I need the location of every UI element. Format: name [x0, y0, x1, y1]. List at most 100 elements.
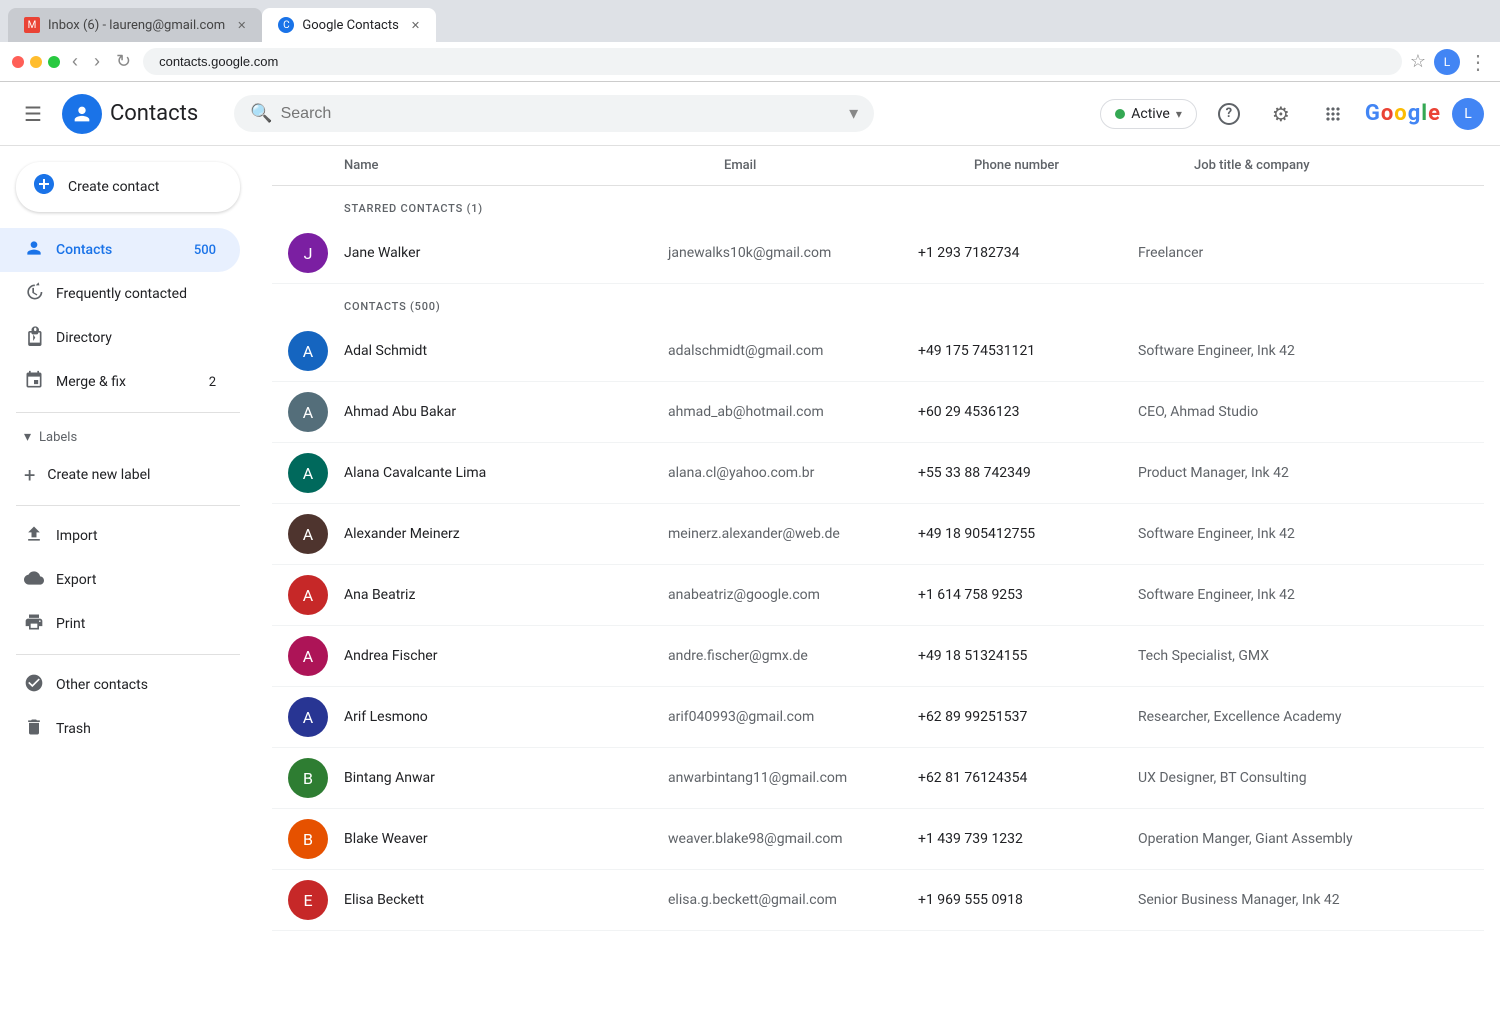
browser-menu-icon[interactable]: ⋮ [1468, 50, 1488, 74]
contact-name-cell: B Blake Weaver [288, 819, 668, 859]
sidebar-item-print[interactable]: Print [0, 602, 240, 646]
table-row[interactable]: A Arif Lesmono arif040993@gmail.com +62 … [272, 687, 1484, 748]
contact-name: Alexander Meinerz [344, 526, 460, 542]
create-contact-button[interactable]: Create contact [16, 162, 240, 212]
search-input[interactable] [281, 105, 842, 123]
avatar: B [288, 819, 328, 859]
sidebar-item-contacts[interactable]: Contacts 500 [0, 228, 240, 272]
bookmark-icon[interactable]: ☆ [1410, 51, 1426, 72]
hamburger-menu-icon[interactable]: ☰ [16, 94, 50, 134]
tab-gmail[interactable]: M Inbox (6) - laureng@gmail.com ✕ [8, 8, 262, 42]
sidebar-item-directory[interactable]: Directory [0, 316, 240, 360]
user-avatar[interactable]: L [1452, 98, 1484, 130]
contact-name-cell: A Arif Lesmono [288, 697, 668, 737]
export-icon [24, 568, 44, 592]
contact-phone: +1 293 7182734 [918, 245, 1138, 261]
contact-email: adalschmidt@gmail.com [668, 343, 918, 359]
table-row[interactable]: A Adal Schmidt adalschmidt@gmail.com +49… [272, 321, 1484, 382]
contact-name: Jane Walker [344, 245, 420, 261]
help-button[interactable]: ? [1209, 94, 1249, 134]
table-row[interactable]: B Bintang Anwar anwarbintang11@gmail.com… [272, 748, 1484, 809]
apps-button[interactable] [1313, 94, 1353, 134]
contact-email: anabeatriz@google.com [668, 587, 918, 603]
header-job: Job title & company [1194, 158, 1468, 173]
tab-contacts-close[interactable]: ✕ [411, 19, 420, 32]
trash-icon [24, 717, 44, 741]
app-title: Contacts [110, 101, 198, 126]
sidebar-item-export[interactable]: Export [0, 558, 240, 602]
avatar: E [288, 880, 328, 920]
maximize-window-btn[interactable] [48, 56, 60, 68]
contact-email: weaver.blake98@gmail.com [668, 831, 918, 847]
contact-job: Software Engineer, Ink 42 [1138, 526, 1468, 542]
contact-email: ahmad_ab@hotmail.com [668, 404, 918, 420]
table-row[interactable]: A Ahmad Abu Bakar ahmad_ab@hotmail.com +… [272, 382, 1484, 443]
contact-email: arif040993@gmail.com [668, 709, 918, 725]
table-row[interactable]: A Alexander Meinerz meinerz.alexander@we… [272, 504, 1484, 565]
print-icon [24, 612, 44, 636]
sidebar-merge-count: 2 [209, 375, 216, 390]
table-row[interactable]: A Alana Cavalcante Lima alana.cl@yahoo.c… [272, 443, 1484, 504]
sidebar-item-merge-fix[interactable]: Merge & fix 2 [0, 360, 240, 404]
contacts-section-label: CONTACTS (500) [272, 284, 1484, 321]
tab-contacts[interactable]: C Google Contacts ✕ [262, 8, 436, 42]
minimize-window-btn[interactable] [30, 56, 42, 68]
settings-button[interactable]: ⚙ [1261, 94, 1301, 134]
close-window-btn[interactable] [12, 56, 24, 68]
contact-name: Andrea Fischer [344, 648, 437, 664]
contact-name-cell: A Alexander Meinerz [288, 514, 668, 554]
sidebar-divider-2 [16, 505, 240, 506]
active-status-dot [1115, 109, 1125, 119]
gmail-favicon: M [24, 17, 40, 33]
contact-job: Freelancer [1138, 245, 1468, 261]
contact-name-cell: A Alana Cavalcante Lima [288, 453, 668, 493]
contact-name-cell: A Ahmad Abu Bakar [288, 392, 668, 432]
sidebar-item-trash[interactable]: Trash [0, 707, 240, 751]
app-container: ☰ Contacts 🔍 ▾ Active ▾ ? ⚙ [0, 82, 1500, 1028]
sidebar-item-import[interactable]: Import [0, 514, 240, 558]
table-row[interactable]: J Jane Walker janewalks10k@gmail.com +1 … [272, 223, 1484, 284]
create-contact-label: Create contact [68, 179, 159, 195]
back-button[interactable]: ‹ [68, 51, 82, 72]
user-avatar-small[interactable]: L [1434, 49, 1460, 75]
contact-email: alana.cl@yahoo.com.br [668, 465, 918, 481]
search-bar[interactable]: 🔍 ▾ [234, 95, 874, 132]
sidebar-contacts-label: Contacts [56, 242, 112, 258]
sidebar: Create contact Contacts 500 Frequently c… [0, 146, 256, 1028]
tab-gmail-label: Inbox (6) - laureng@gmail.com [48, 18, 225, 33]
active-status-button[interactable]: Active ▾ [1100, 99, 1197, 129]
header-email: Email [724, 158, 974, 173]
search-dropdown-icon[interactable]: ▾ [849, 103, 858, 124]
sidebar-export-label: Export [56, 572, 96, 588]
help-icon: ? [1218, 103, 1240, 125]
sidebar-directory-label: Directory [56, 330, 112, 346]
contact-job: UX Designer, BT Consulting [1138, 770, 1468, 786]
table-row[interactable]: A Ana Beatriz anabeatriz@google.com +1 6… [272, 565, 1484, 626]
contacts-main: Name Email Phone number Job title & comp… [256, 146, 1500, 1028]
contact-job: Tech Specialist, GMX [1138, 648, 1468, 664]
table-row[interactable]: B Blake Weaver weaver.blake98@gmail.com … [272, 809, 1484, 870]
sidebar-import-label: Import [56, 528, 98, 544]
settings-icon: ⚙ [1272, 102, 1290, 126]
header-phone: Phone number [974, 158, 1194, 173]
forward-button[interactable]: › [90, 51, 104, 72]
url-right-controls: ☆ L ⋮ [1410, 49, 1488, 75]
url-input[interactable] [143, 48, 1402, 75]
contact-job: Software Engineer, Ink 42 [1138, 587, 1468, 603]
contact-job: Senior Business Manager, Ink 42 [1138, 892, 1468, 908]
apps-grid-icon [1323, 104, 1343, 124]
sidebar-item-frequently-contacted[interactable]: Frequently contacted [0, 272, 240, 316]
contact-name: Blake Weaver [344, 831, 428, 847]
refresh-button[interactable]: ↻ [112, 51, 135, 72]
tab-gmail-close[interactable]: ✕ [237, 19, 246, 32]
contact-name: Ahmad Abu Bakar [344, 404, 456, 420]
sidebar-item-other-contacts[interactable]: Other contacts [0, 663, 240, 707]
sidebar-item-create-label[interactable]: + Create new label [0, 453, 240, 497]
app-header: ☰ Contacts 🔍 ▾ Active ▾ ? ⚙ [0, 82, 1500, 146]
contact-email: anwarbintang11@gmail.com [668, 770, 918, 786]
frequently-contacted-icon [24, 282, 44, 306]
table-row[interactable]: A Andrea Fischer andre.fischer@gmx.de +4… [272, 626, 1484, 687]
table-row[interactable]: E Elisa Beckett elisa.g.beckett@gmail.co… [272, 870, 1484, 931]
contact-phone: +1 969 555 0918 [918, 892, 1138, 908]
sidebar-labels-section[interactable]: ▾ Labels [0, 421, 256, 453]
